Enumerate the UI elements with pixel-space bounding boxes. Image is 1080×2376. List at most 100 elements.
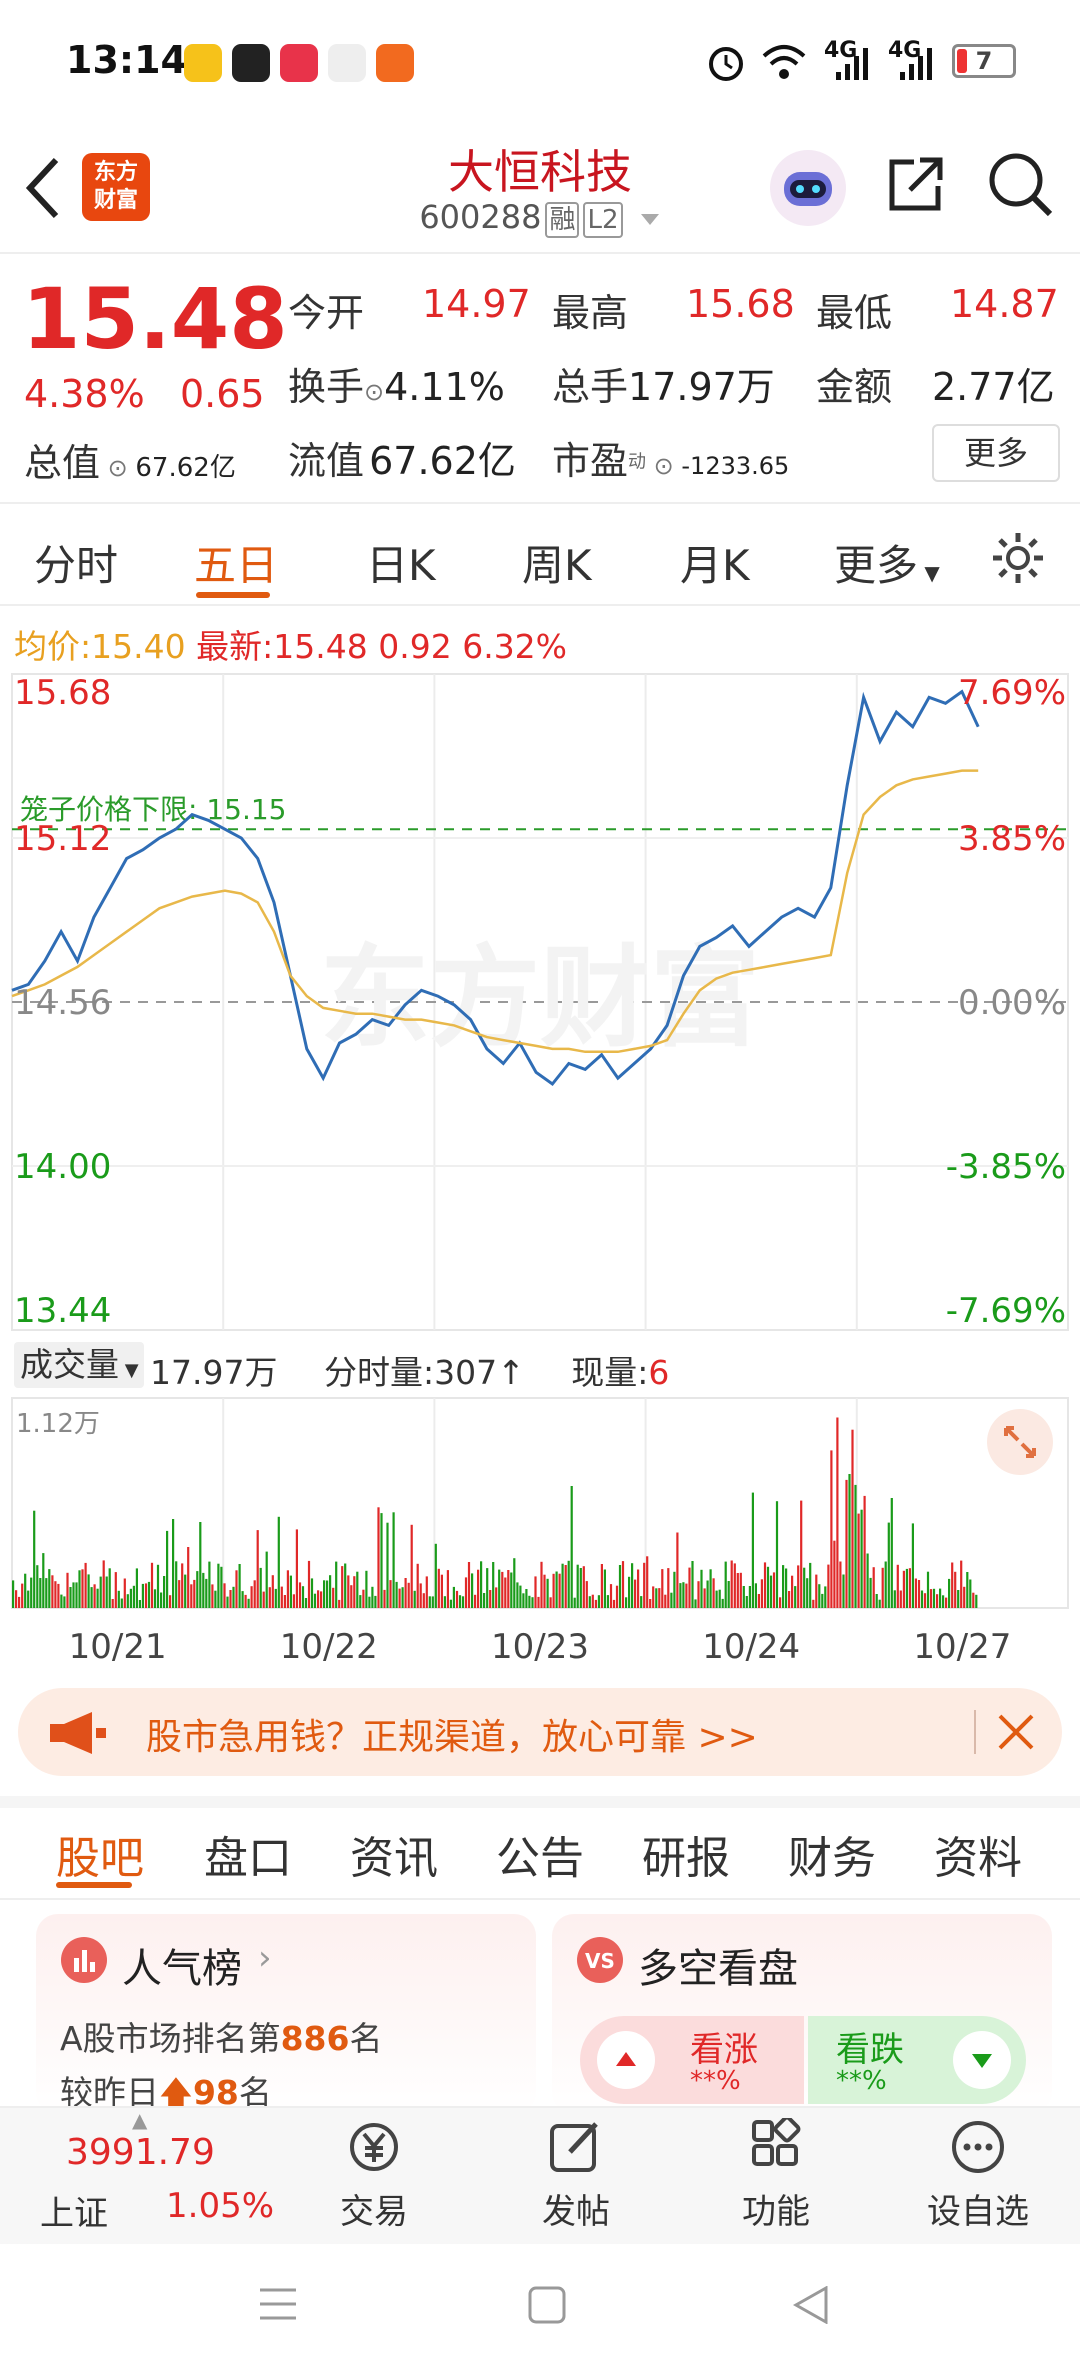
volume-indicator-selector[interactable]: 成交量 ▼ — [14, 1342, 144, 1388]
more-dots-icon — [952, 2121, 1004, 2173]
index-name[interactable]: 上证 — [40, 2186, 108, 2235]
assistant-robot-icon[interactable] — [768, 148, 848, 228]
volume-bar — [425, 1576, 428, 1608]
expand-chart-icon[interactable] — [986, 1408, 1054, 1476]
volume-bar — [878, 1599, 881, 1608]
apps-grid-icon — [752, 2118, 801, 2166]
nav-add-watchlist[interactable]: 设自选 — [878, 2118, 1078, 2233]
popularity-card[interactable]: 人气榜 › A股市场排名第886名 较昨日🡅98名 — [36, 1914, 536, 2114]
volume-bar — [501, 1571, 504, 1608]
megaphone-icon — [50, 1712, 106, 1754]
volume-bar — [908, 1568, 911, 1608]
volume-bar — [597, 1595, 600, 1608]
volume-bar — [824, 1586, 827, 1608]
volume-bar — [371, 1586, 374, 1608]
nav-functions[interactable]: 功能 — [676, 2118, 876, 2233]
volume-bar — [407, 1582, 410, 1608]
music-app-icon — [280, 44, 318, 82]
bull-button[interactable]: 看涨 **% — [580, 2016, 804, 2104]
tab-finance[interactable]: 财务 — [788, 1822, 876, 1886]
bar-chart-icon — [61, 1937, 107, 1983]
tab-more[interactable]: 更多 ▼ — [834, 532, 940, 593]
volume-bar — [893, 1590, 896, 1608]
high-stat: 最高 15.68 — [552, 282, 795, 335]
alarm-icon — [709, 47, 743, 81]
volume-bar — [292, 1594, 295, 1608]
volume-bar — [531, 1597, 534, 1608]
volume-bar — [963, 1586, 966, 1608]
volume-bar — [649, 1599, 652, 1608]
menu-icon[interactable] — [258, 2286, 298, 2322]
volume-bar — [600, 1564, 603, 1608]
volume-bar — [356, 1571, 359, 1608]
volume-bar — [772, 1572, 776, 1608]
volume-bar — [156, 1564, 160, 1608]
more-stats-button[interactable]: 更多 — [932, 424, 1060, 482]
volume-bar — [39, 1578, 42, 1608]
volume-bar — [196, 1571, 199, 1608]
tab-monthly-k[interactable]: 月K — [680, 532, 750, 593]
volume-bar — [84, 1562, 87, 1608]
close-icon[interactable] — [994, 1710, 1038, 1754]
nav-post[interactable]: 发帖 — [476, 2118, 676, 2233]
volume-bar — [803, 1567, 806, 1608]
tab-five-day[interactable]: 五日 — [194, 532, 278, 593]
volume-bar — [320, 1591, 323, 1608]
tab-news[interactable]: 资讯 — [350, 1822, 438, 1886]
stock-code: 600288 — [419, 198, 542, 236]
tab-weekly-k[interactable]: 周K — [522, 532, 592, 593]
volume-bar — [178, 1580, 181, 1608]
volume-bar — [546, 1578, 549, 1608]
x-date-label: 10/23 — [491, 1627, 589, 1667]
bull-bear-card[interactable]: VS 多空看盘 看涨 **% 看跌 **% — [552, 1914, 1052, 2114]
volume-bar — [733, 1563, 736, 1608]
volume-bar — [21, 1583, 24, 1608]
volume-bar — [75, 1582, 78, 1608]
volume-bar — [307, 1560, 311, 1608]
promo-banner[interactable]: 股市急用钱？正规渠道，放心可靠 >> — [18, 1688, 1062, 1776]
bear-button[interactable]: 看跌 **% — [808, 2016, 1026, 2104]
volume-bar — [516, 1582, 519, 1608]
five-day-price-chart[interactable]: 笼子价格下限: 15.15东方财富15.6815.1214.5614.0013.… — [0, 666, 1080, 1336]
volume-bar — [256, 1530, 259, 1608]
share-icon[interactable] — [884, 152, 948, 216]
volume-bar — [827, 1564, 830, 1608]
volume-bar — [537, 1596, 540, 1608]
tab-intraday[interactable]: 分时 — [34, 532, 118, 593]
volume-bar — [374, 1595, 377, 1608]
tab-research[interactable]: 研报 — [642, 1822, 730, 1886]
index-change[interactable]: 1.05% — [166, 2186, 274, 2226]
search-icon[interactable] — [986, 150, 1054, 218]
tab-announcements[interactable]: 公告 — [496, 1822, 584, 1886]
volume-bar — [33, 1510, 36, 1608]
settings-gear-icon[interactable] — [990, 530, 1046, 586]
home-icon[interactable] — [528, 2286, 566, 2324]
volume-bar — [304, 1598, 308, 1608]
tab-guba[interactable]: 股吧 — [56, 1822, 144, 1886]
volume-bar — [899, 1590, 902, 1608]
volume-bar — [289, 1575, 292, 1608]
volume-bar — [383, 1589, 386, 1608]
volume-bar — [860, 1509, 863, 1608]
volume-bar — [471, 1573, 474, 1608]
volume-bar — [199, 1522, 202, 1608]
popularity-title: 人气榜 — [122, 1946, 242, 1992]
index-value[interactable]: 3991.79 — [66, 2132, 215, 2173]
tab-pankou[interactable]: 盘口 — [204, 1822, 292, 1886]
volume-bar — [150, 1562, 154, 1608]
tab-profile[interactable]: 资料 — [934, 1822, 1022, 1886]
volume-bar — [715, 1590, 718, 1608]
back-icon[interactable] — [792, 2286, 830, 2324]
volume-bar — [588, 1596, 591, 1608]
volume-bar — [923, 1593, 927, 1608]
volume-bar — [250, 1586, 253, 1608]
nav-trade[interactable]: 交易 — [274, 2118, 474, 2233]
volume-bar — [902, 1570, 905, 1608]
volume-bar — [528, 1595, 531, 1608]
tab-daily-k[interactable]: 日K — [366, 532, 436, 593]
volume-bar — [519, 1585, 522, 1608]
battery-icon: 7 — [952, 44, 1016, 78]
volume-bar — [486, 1568, 489, 1608]
volume-bar — [253, 1580, 256, 1608]
volume-bar — [939, 1588, 942, 1608]
